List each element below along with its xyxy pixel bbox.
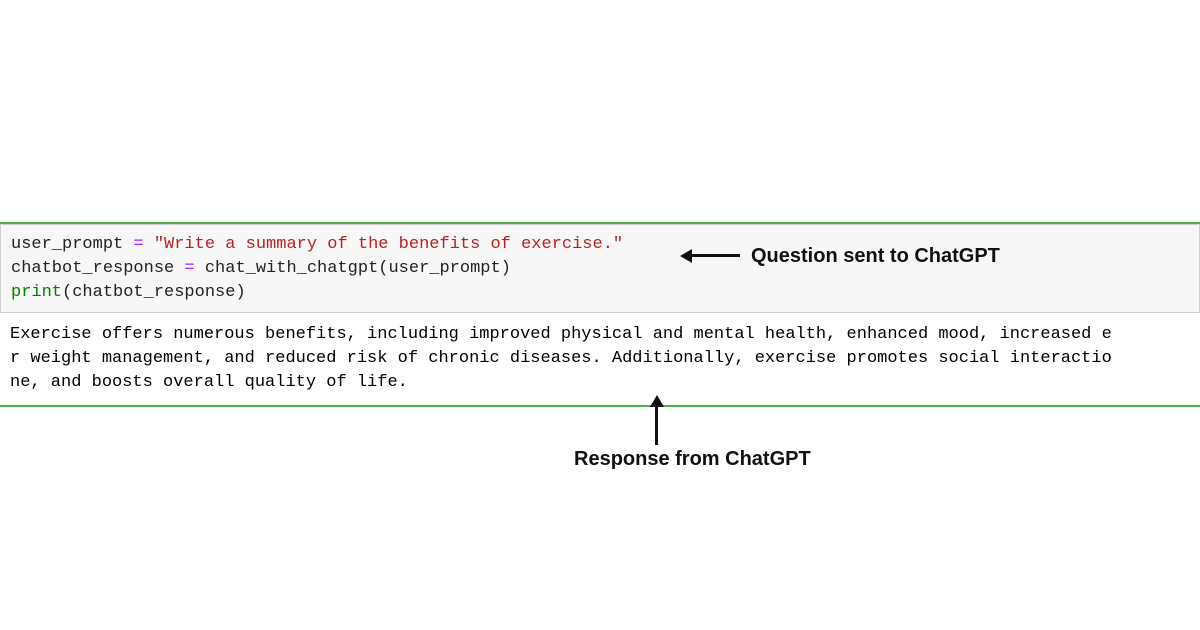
annotation-response: Response from ChatGPT xyxy=(574,448,811,471)
arrow-head xyxy=(650,395,664,407)
code-token-func: (chatbot_response) xyxy=(62,283,246,302)
output-line: Exercise offers numerous benefits, inclu… xyxy=(10,325,1112,344)
output-line: ne, and boosts overall quality of life. xyxy=(10,373,408,392)
arrow-shaft xyxy=(655,405,658,445)
code-token-op: = xyxy=(123,235,154,254)
annotation-question: Question sent to ChatGPT xyxy=(751,245,1000,268)
code-token-func: chat_with_chatgpt(user_prompt) xyxy=(205,259,511,278)
code-token-var: user_prompt xyxy=(11,235,123,254)
code-token-op: = xyxy=(174,259,205,278)
code-token-var: chatbot_response xyxy=(11,259,174,278)
arrow-head xyxy=(680,249,692,263)
code-token-kw: print xyxy=(11,283,62,302)
output-line: r weight management, and reduced risk of… xyxy=(10,349,1112,368)
notebook-cell: user_prompt = "Write a summary of the be… xyxy=(0,222,1200,407)
arrow-up-icon xyxy=(655,395,657,445)
code-output: Exercise offers numerous benefits, inclu… xyxy=(0,313,1200,406)
code-input[interactable]: user_prompt = "Write a summary of the be… xyxy=(0,224,1200,313)
code-token-str: "Write a summary of the benefits of exer… xyxy=(154,235,623,254)
arrow-left-icon xyxy=(680,254,740,256)
arrow-shaft xyxy=(690,254,740,257)
